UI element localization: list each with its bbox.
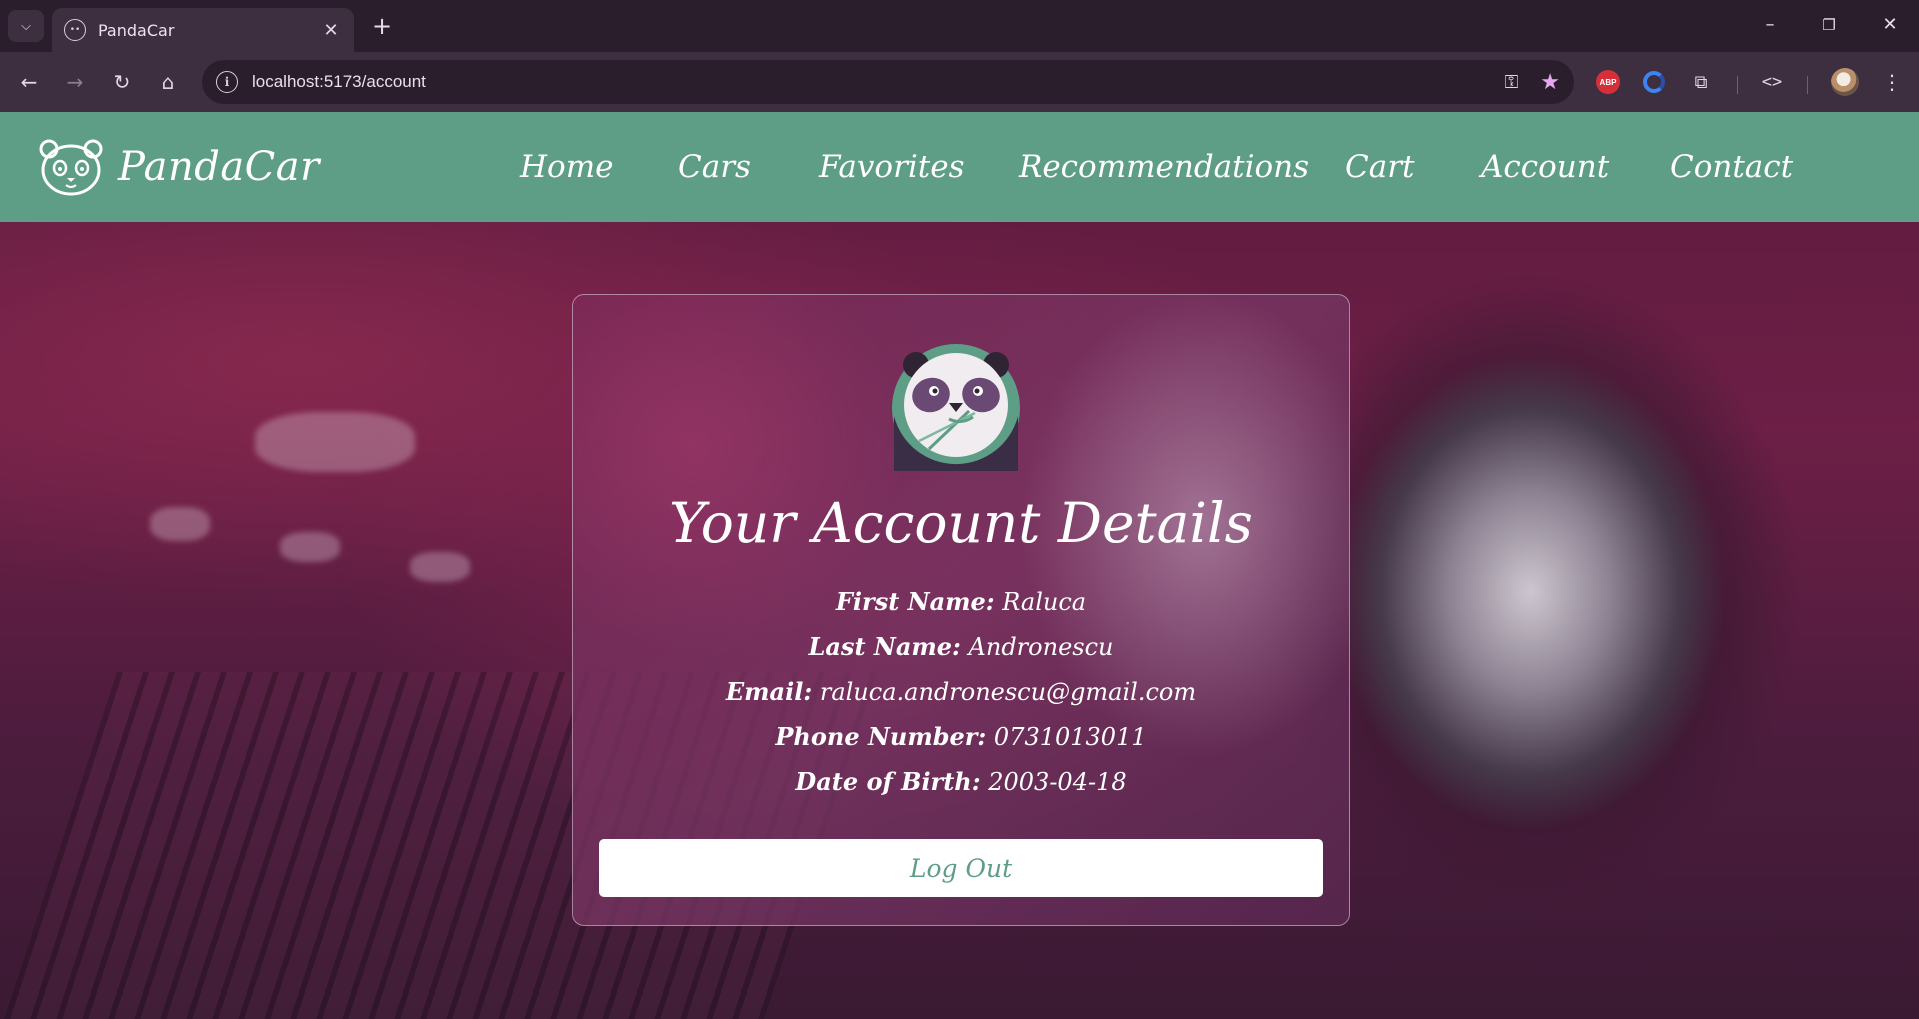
adblock-plus-icon[interactable]: ABP [1592, 66, 1624, 98]
last-name-label: Last Name: [808, 632, 961, 661]
first-name-row: First Name: Raluca [573, 587, 1349, 616]
nav-account-label[interactable]: Account [1481, 149, 1609, 185]
nav-favorites-label[interactable]: Favorites [819, 149, 965, 185]
nav-home[interactable]: Home [520, 112, 613, 222]
brand-logo-link[interactable]: PandaCar [38, 138, 320, 196]
url-text[interactable]: localhost:5173/account [252, 72, 1505, 92]
nav-cart-label[interactable]: Cart [1345, 149, 1414, 185]
first-name-value: Raluca [1002, 588, 1087, 616]
phone-value: 0731013011 [993, 723, 1147, 751]
site-navbar: PandaCar Home Cars Favorites Recommendat… [0, 112, 1919, 222]
new-tab-icon[interactable]: + [367, 12, 397, 42]
toolbar-divider [1737, 76, 1738, 94]
panda-avatar-icon [892, 344, 1020, 471]
home-icon[interactable]: ⌂ [153, 67, 183, 97]
panda-logo-icon [39, 139, 103, 196]
panda-favicon-icon: •• [64, 19, 86, 41]
dob-row: Date of Birth: 2003-04-18 [573, 767, 1349, 796]
email-row: Email: raluca.andronescu@gmail.com [573, 677, 1349, 706]
last-name-row: Last Name: Andronescu [573, 632, 1349, 661]
back-icon[interactable]: ← [14, 67, 44, 97]
background-highlight [280, 532, 340, 562]
browser-menu-icon[interactable]: ⋮ [1876, 66, 1908, 98]
close-tab-icon[interactable]: ✕ [320, 20, 342, 41]
nav-contact-label[interactable]: Contact [1670, 149, 1793, 185]
window-close-icon[interactable]: ✕ [1870, 10, 1910, 40]
nav-recommendations[interactable]: Recommendations [1019, 112, 1309, 222]
nav-cart[interactable]: Cart [1345, 112, 1414, 222]
tab-search-chevron-icon[interactable]: ⌵ [8, 10, 44, 42]
brand-name: PandaCar [118, 144, 320, 190]
email-label: Email: [725, 677, 813, 706]
phone-label: Phone Number: [775, 722, 987, 751]
nav-contact[interactable]: Contact [1670, 112, 1793, 222]
dob-value: 2003-04-18 [988, 768, 1127, 796]
nav-cars-label[interactable]: Cars [678, 149, 751, 185]
dob-label: Date of Birth: [795, 767, 981, 796]
browser-tab[interactable]: •• PandaCar ✕ [52, 8, 354, 52]
nav-recommendations-label[interactable]: Recommendations [1019, 149, 1309, 185]
grammarly-icon[interactable] [1638, 66, 1670, 98]
minimize-icon[interactable]: – [1750, 10, 1790, 40]
tab-title: PandaCar [98, 20, 175, 40]
background-highlight [410, 552, 470, 582]
profile-avatar[interactable] [1829, 66, 1861, 98]
nav-home-label[interactable]: Home [520, 149, 613, 185]
address-bar[interactable]: i localhost:5173/account ⚿ ★ [202, 60, 1574, 104]
account-details-card: Your Account Details First Name: Raluca … [572, 294, 1350, 926]
nav-cars[interactable]: Cars [678, 112, 751, 222]
browser-tabstrip: ⌵ •• PandaCar ✕ + – ❐ ✕ [0, 0, 1919, 52]
phone-row: Phone Number: 0731013011 [573, 722, 1349, 751]
password-key-icon[interactable]: ⚿ [1505, 72, 1519, 93]
toolbar-divider [1807, 76, 1808, 94]
last-name-value: Andronescu [968, 633, 1114, 661]
account-title: Your Account Details [669, 491, 1253, 555]
restore-icon[interactable]: ❐ [1809, 10, 1849, 40]
logout-button[interactable]: Log Out [599, 839, 1323, 897]
background-highlight [150, 507, 210, 541]
site-info-icon[interactable]: i [216, 71, 238, 93]
email-value: raluca.andronescu@gmail.com [819, 678, 1197, 706]
background-highlight [255, 412, 415, 472]
devtools-icon[interactable]: <> [1756, 66, 1788, 98]
nav-favorites[interactable]: Favorites [819, 112, 965, 222]
first-name-label: First Name: [835, 587, 995, 616]
extensions-icon[interactable]: ⧉ [1685, 66, 1717, 98]
bookmark-star-icon[interactable]: ★ [1540, 70, 1560, 95]
forward-icon[interactable]: → [60, 67, 90, 97]
page-viewport: PandaCar Home Cars Favorites Recommendat… [0, 112, 1919, 1019]
reload-icon[interactable]: ↻ [107, 67, 137, 97]
browser-toolbar: ← → ↻ ⌂ i localhost:5173/account ⚿ ★ ABP… [0, 52, 1919, 112]
nav-account[interactable]: Account [1481, 112, 1609, 222]
